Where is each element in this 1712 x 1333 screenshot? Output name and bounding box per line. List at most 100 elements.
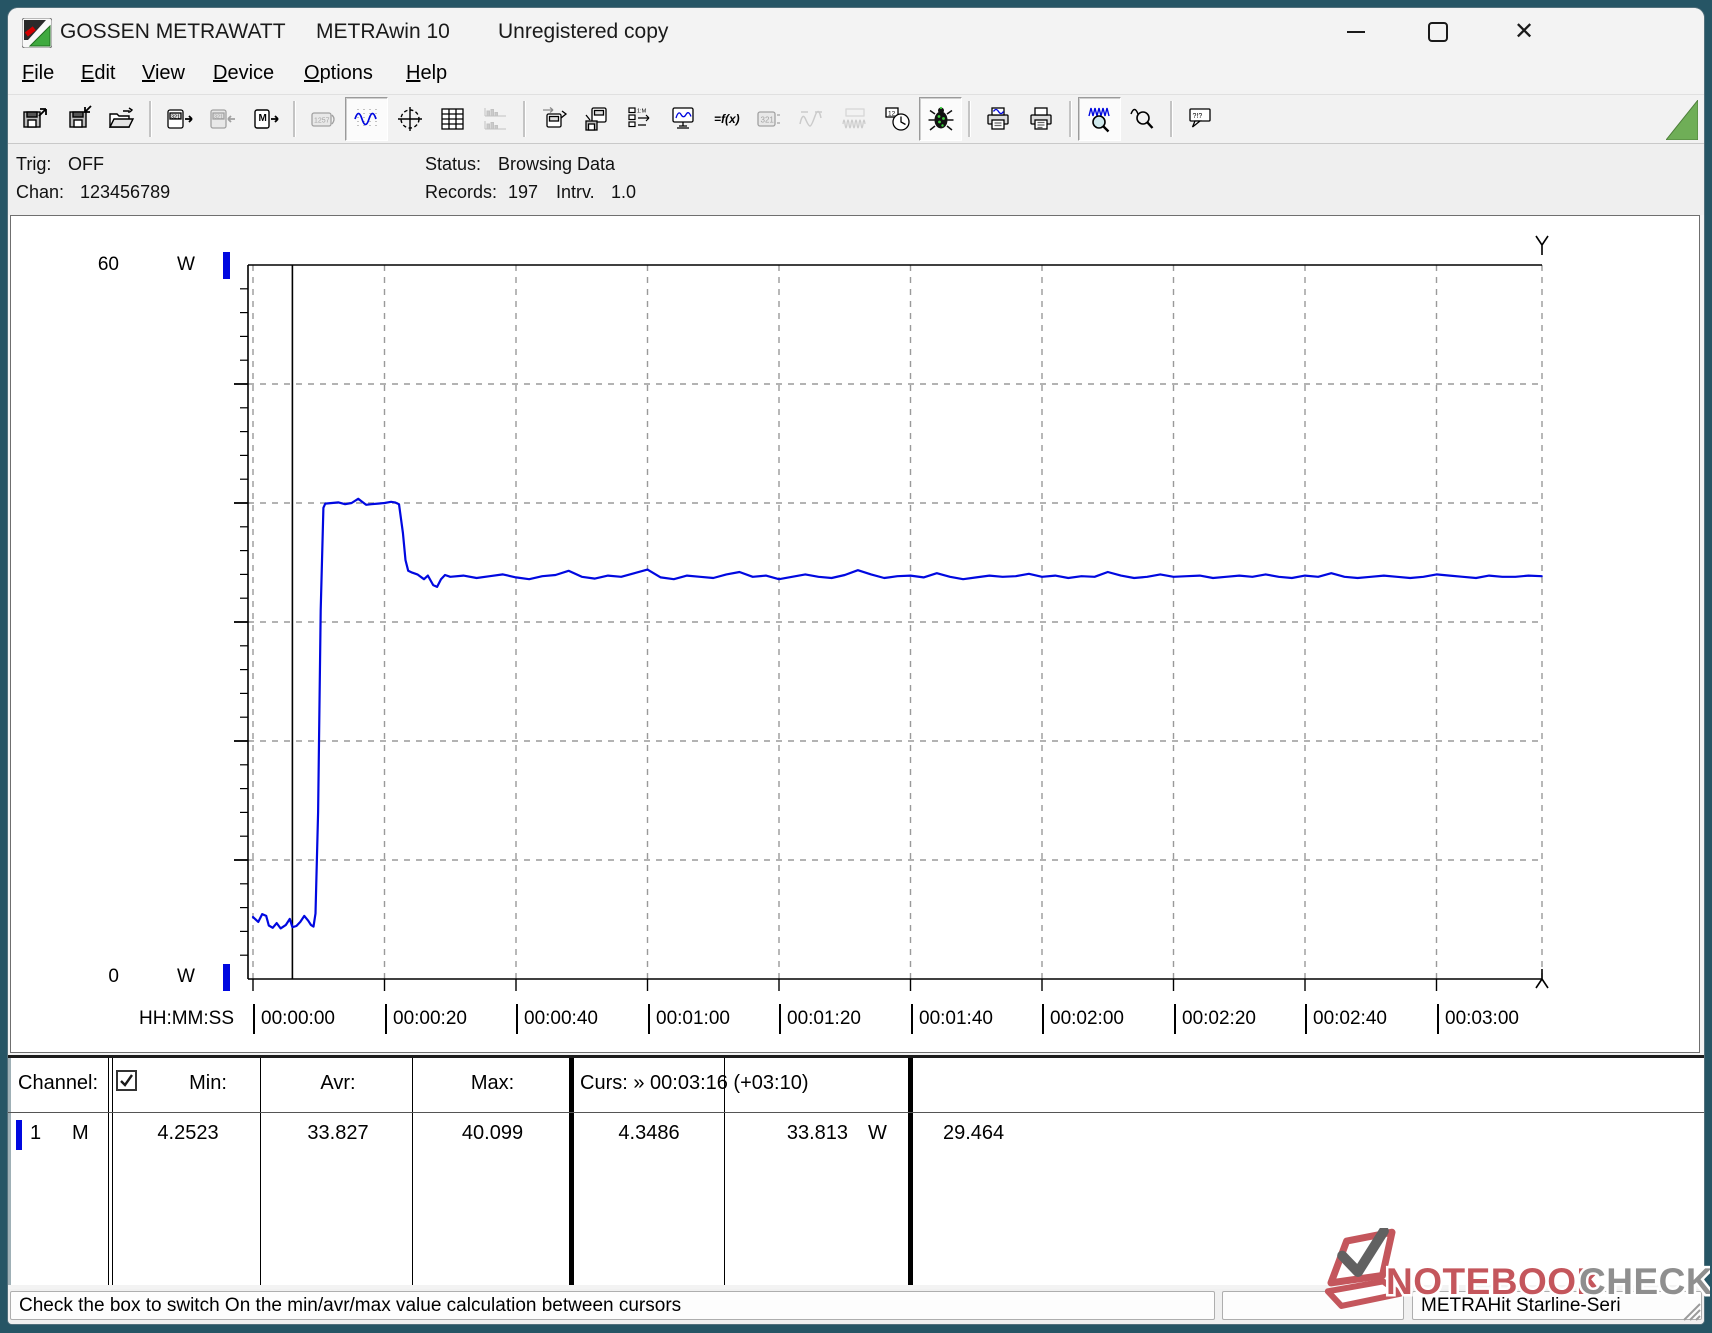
maximize-button[interactable] <box>1415 14 1461 50</box>
menu-help[interactable]: Help <box>406 62 447 85</box>
row-cursor-b-unit: W <box>868 1122 887 1145</box>
row-cursor-delta-value: 29.464 <box>943 1122 1004 1145</box>
wave-single-button[interactable] <box>790 97 833 141</box>
x-tick-label: 00:02:20 <box>1182 1008 1256 1030</box>
svg-text:=f(x): =f(x) <box>714 112 740 126</box>
x-tick-label: 00:02:00 <box>1050 1008 1124 1030</box>
window-title-license: Unregistered copy <box>498 20 668 44</box>
window-title-brand: GOSSEN METRAWATT <box>60 20 286 44</box>
interval-value: 1.0 <box>611 182 636 203</box>
svg-text:?!?: ?!? <box>1192 113 1202 120</box>
x-tick-mark <box>1305 1004 1307 1034</box>
toolbar-separator <box>1069 101 1072 137</box>
read-device-button[interactable]: 321 <box>158 97 201 141</box>
col-header-avr: Avr: <box>264 1072 412 1095</box>
wave-multi-button[interactable] <box>833 97 876 141</box>
save-file-button[interactable] <box>14 97 57 141</box>
interval-label: Intrv. <box>556 182 595 203</box>
print-preview-button[interactable] <box>977 97 1020 141</box>
status-cell-empty <box>1222 1291 1404 1320</box>
y-axis-unit-bottom: W <box>177 966 195 988</box>
minimize-button[interactable] <box>1333 14 1379 50</box>
row-min-value: 4.2523 <box>116 1122 260 1145</box>
lcd-display-button[interactable]: 321 <box>747 97 790 141</box>
y-axis-max-label: 60 <box>89 254 119 276</box>
live-monitor-button[interactable] <box>661 97 704 141</box>
row-max-value: 40.099 <box>416 1122 569 1145</box>
histogram-button[interactable] <box>474 97 517 141</box>
read-memory-icon: M <box>252 105 280 133</box>
data-table-button[interactable] <box>431 97 474 141</box>
trig-value: OFF <box>68 154 104 175</box>
close-button[interactable]: ✕ <box>1501 14 1547 50</box>
table-divider <box>108 1058 109 1285</box>
col-header-cursors: Curs: » 00:03:16 (+03:10) <box>580 1072 808 1095</box>
print-button[interactable] <box>1020 97 1063 141</box>
svg-text:321: 321 <box>214 115 223 121</box>
zoom-select-button[interactable] <box>1121 97 1164 141</box>
channel-scale-marker-bottom[interactable] <box>223 964 230 991</box>
print-icon <box>1028 105 1056 133</box>
x-tick-label: 00:00:40 <box>524 1008 598 1030</box>
x-tick-mark <box>253 1004 255 1034</box>
resize-grip[interactable] <box>1679 1299 1701 1321</box>
row-cursor-a-value: 4.3486 <box>574 1122 724 1145</box>
annotation-button[interactable]: ?!? <box>1179 97 1222 141</box>
x-axis-format-label: HH:MM:SS <box>139 1008 234 1030</box>
chart-view-button[interactable] <box>345 97 388 141</box>
debug-beetle-button[interactable] <box>919 97 962 141</box>
power-chart[interactable] <box>11 216 1697 1050</box>
row-cursor-b-value: 33.813 <box>728 1122 848 1145</box>
save-as-button[interactable] <box>57 97 100 141</box>
row-channel-number[interactable]: 1 <box>30 1122 41 1145</box>
table-divider-thick <box>908 1058 913 1285</box>
zoom-chart-button[interactable] <box>1078 97 1121 141</box>
x-tick-mark <box>779 1004 781 1034</box>
col-header-min: Min: <box>116 1072 260 1095</box>
svg-text:1:M: 1:M <box>637 109 647 115</box>
x-tick-label: 00:02:40 <box>1313 1008 1387 1030</box>
status-device-name: METRAHit Starline-Seri <box>1412 1291 1702 1320</box>
toolbar-separator <box>293 101 296 137</box>
channel-scale-marker-top[interactable] <box>223 252 230 279</box>
y-axis-unit-top: W <box>177 254 195 276</box>
chart-view-icon <box>353 105 381 133</box>
chan-value: 123456789 <box>80 182 170 203</box>
wave-single-icon <box>798 105 826 133</box>
menu-device[interactable]: Device <box>213 62 274 85</box>
read-memory-button[interactable]: M <box>244 97 287 141</box>
annotation-icon: ?!? <box>1187 105 1215 133</box>
svg-text:321: 321 <box>760 116 774 125</box>
menu-options[interactable]: Options <box>304 62 373 85</box>
wave-multi-icon <box>841 105 869 133</box>
device-connect-button[interactable] <box>532 97 575 141</box>
menu-file[interactable]: File <box>22 62 54 85</box>
channel-config-button[interactable]: 1:M <box>618 97 661 141</box>
row-channel-unit: M <box>72 1122 89 1145</box>
table-divider <box>412 1058 413 1285</box>
menu-view[interactable]: View <box>142 62 185 85</box>
toolbar-separator <box>1170 101 1173 137</box>
numeric-display-button[interactable]: 1257 <box>302 97 345 141</box>
status-bar: Check the box to switch On the min/avr/m… <box>8 1289 1704 1324</box>
channel-config-icon: 1:M <box>626 105 654 133</box>
menu-edit[interactable]: Edit <box>81 62 115 85</box>
device-store-button[interactable] <box>575 97 618 141</box>
x-tick-label: 00:00:00 <box>261 1008 335 1030</box>
toolbar-separator <box>523 101 526 137</box>
histogram-icon <box>482 105 510 133</box>
y-axis-min-label: 0 <box>89 966 119 988</box>
numeric-display-icon: 1257 <box>310 105 338 133</box>
x-tick-mark <box>1174 1004 1176 1034</box>
row-avr-value: 33.827 <box>264 1122 412 1145</box>
table-divider-thick <box>569 1058 574 1285</box>
close-icon: ✕ <box>1514 20 1534 44</box>
cursor-crosshair-button[interactable] <box>388 97 431 141</box>
open-file-icon <box>108 105 136 133</box>
table-divider <box>260 1058 261 1285</box>
formula-button[interactable]: =f(x) <box>704 97 747 141</box>
open-file-button[interactable] <box>100 97 143 141</box>
timer-clock-button[interactable]: 12 <box>876 97 919 141</box>
send-device-button[interactable]: 321 <box>201 97 244 141</box>
window-title-app: METRAwin 10 <box>316 20 450 44</box>
